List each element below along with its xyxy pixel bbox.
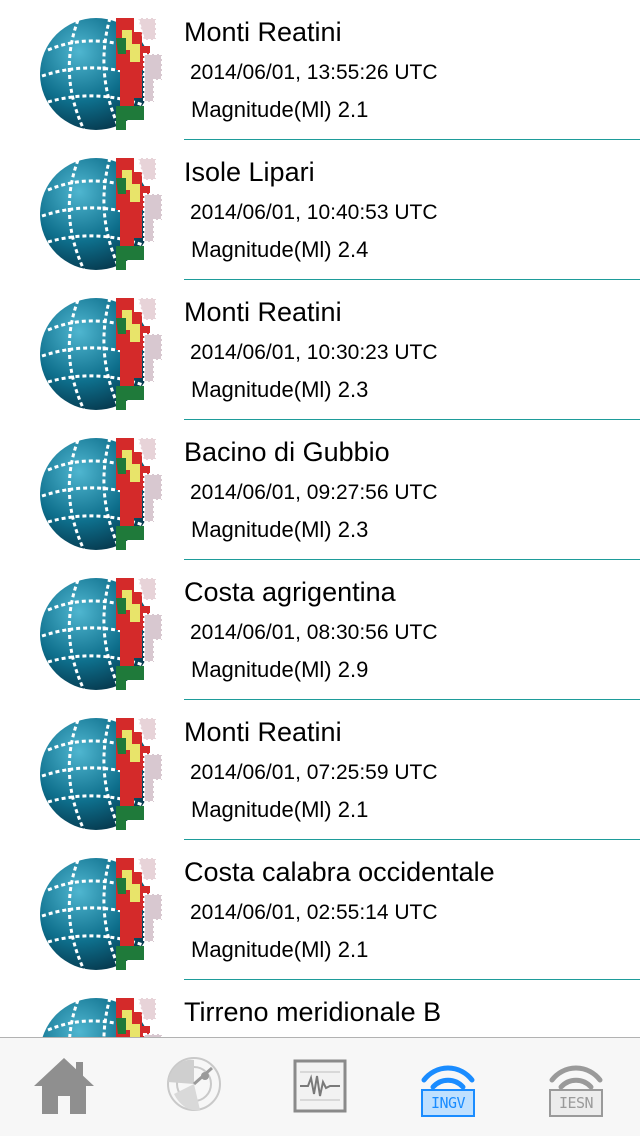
event-location: Costa agrigentina — [184, 577, 396, 607]
event-time: 2014/06/01, 09:27:56 UTC — [190, 481, 438, 504]
event-location: Monti Reatini — [184, 297, 342, 327]
ingv-logo-icon — [38, 10, 166, 134]
tab-bar: INGV IESN — [0, 1037, 640, 1136]
iesn-feed-icon: IESN — [544, 1054, 608, 1118]
event-location: Monti Reatini — [184, 17, 342, 47]
list-item[interactable]: Isole Lipari 2014/06/01, 10:40:53 UTC Magn… — [0, 140, 640, 280]
ingv-logo-icon — [38, 570, 166, 694]
home-icon — [34, 1058, 94, 1114]
list-item[interactable]: Bacino di Gubbio 2014/06/01, 09:27:56 UTC… — [0, 420, 640, 560]
event-magnitude: Magnitude(Ml) 2.1 — [191, 797, 369, 822]
ingv-logo-icon — [38, 710, 166, 834]
tab-ingv[interactable]: INGV — [384, 1046, 512, 1126]
tab-iesn-label: IESN — [558, 1094, 594, 1112]
ingv-logo-icon — [38, 990, 166, 1037]
ingv-logo-icon — [38, 150, 166, 274]
event-magnitude: Magnitude(Ml) 2.1 — [191, 97, 369, 122]
ingv-logo-icon — [38, 290, 166, 414]
list-item[interactable]: Monti Reatini 2014/06/01, 07:25:59 UTC Mag… — [0, 700, 640, 840]
event-time: 2014/06/01, 07:25:59 UTC — [190, 761, 438, 784]
list-item[interactable]: Monti Reatini 2014/06/01, 13:55:26 UTC Mag… — [0, 0, 640, 140]
event-location: Bacino di Gubbio — [184, 437, 390, 467]
list-item[interactable]: Costa agrigentina 2014/06/01, 08:30:56 UT… — [0, 560, 640, 700]
event-time: 2014/06/01, 08:30:56 UTC — [190, 621, 438, 644]
event-magnitude: Magnitude(Ml) 2.3 — [191, 377, 369, 402]
event-time: 2014/06/01, 10:40:53 UTC — [190, 201, 438, 224]
earthquake-list[interactable]: Monti Reatini 2014/06/01, 13:55:26 UTC Mag… — [0, 0, 640, 1037]
list-item[interactable]: Costa calabra occidentale 2014/06/01, 02:… — [0, 840, 640, 980]
tab-ingv-label: INGV — [430, 1094, 466, 1112]
ingv-logo-icon — [38, 850, 166, 974]
tab-iesn[interactable]: IESN — [512, 1046, 640, 1126]
event-location: Isole Lipari — [184, 157, 315, 187]
event-magnitude: Magnitude(Ml) 2.9 — [191, 657, 369, 682]
event-location: Costa calabra occidentale — [184, 857, 495, 887]
tab-seismic-radar[interactable] — [128, 1046, 256, 1126]
event-magnitude: Magnitude(Ml) 2.4 — [191, 237, 369, 262]
tab-seismogram[interactable] — [256, 1046, 384, 1126]
list-item[interactable]: Tirreno meridionale B — [0, 980, 640, 1037]
event-location: Monti Reatini — [184, 717, 342, 747]
event-time: 2014/06/01, 10:30:23 UTC — [190, 341, 438, 364]
list-item[interactable]: Monti Reatini 2014/06/01, 10:30:23 UTC Mag… — [0, 280, 640, 420]
event-location: Tirreno meridionale B — [184, 997, 442, 1027]
event-time: 2014/06/01, 13:55:26 UTC — [190, 61, 438, 84]
event-time: 2014/06/01, 02:55:14 UTC — [190, 901, 438, 924]
radar-icon — [167, 1057, 221, 1111]
ingv-logo-icon — [38, 430, 166, 554]
tab-home[interactable] — [0, 1046, 128, 1126]
seismogram-icon — [293, 1059, 347, 1113]
ingv-feed-icon: INGV — [416, 1054, 480, 1118]
event-magnitude: Magnitude(Ml) 2.3 — [191, 517, 369, 542]
event-magnitude: Magnitude(Ml) 2.1 — [191, 937, 369, 962]
app-screen: Monti Reatini 2014/06/01, 13:55:26 UTC Mag… — [0, 0, 640, 1136]
